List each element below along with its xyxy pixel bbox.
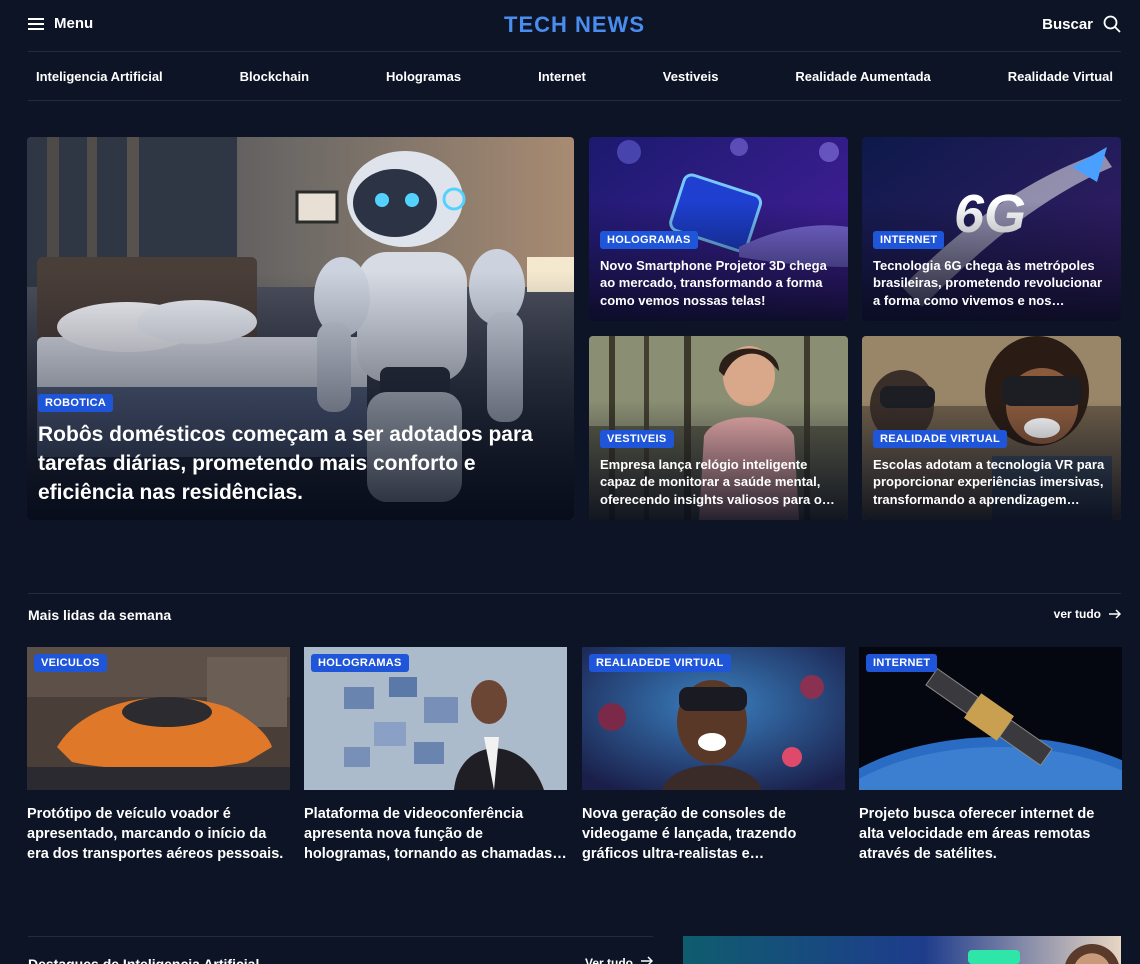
article-card[interactable]: VEICULOS Protótipo de veículo voador é a… xyxy=(27,647,290,864)
hero-main-card[interactable]: ROBOTICA Robôs domésticos começam a ser … xyxy=(27,137,574,520)
hero-side-title[interactable]: Empresa lança relógio inteligente capaz … xyxy=(600,456,837,509)
article-title[interactable]: Nova geração de consoles de videogame é … xyxy=(582,804,845,864)
hero-side-card[interactable]: HOLOGRAMAS Novo Smartphone Projetor 3D c… xyxy=(589,137,848,321)
hero-main-title[interactable]: Robôs domésticos começam a ser adotados … xyxy=(38,420,534,507)
article-thumbnail[interactable]: REALIADEDE VIRTUAL xyxy=(582,647,845,790)
see-all-link[interactable]: ver tudo xyxy=(1054,607,1121,621)
category-badge[interactable]: HOLOGRAMAS xyxy=(311,654,409,672)
hero-side-content: REALIDADE VIRTUAL Escolas adotam a tecno… xyxy=(873,429,1110,509)
see-all-link[interactable]: Ver tudo xyxy=(585,956,653,964)
category-badge[interactable]: VESTIVEIS xyxy=(600,429,674,448)
search-icon xyxy=(1103,15,1121,33)
promo-person-image xyxy=(1063,936,1121,964)
category-badge[interactable]: HOLOGRAMAS xyxy=(600,230,698,249)
nav-item-realidade-virtual[interactable]: Realidade Virtual xyxy=(1008,69,1113,84)
section-title: Mais lidas da semana xyxy=(28,607,172,623)
category-badge[interactable]: VEICULOS xyxy=(34,654,107,672)
menu-button[interactable]: Menu xyxy=(28,15,93,32)
promo-banner[interactable] xyxy=(683,936,1121,964)
arrow-right-icon xyxy=(641,956,653,964)
hero-side-content: INTERNET Tecnologia 6G chega às metrópol… xyxy=(873,230,1110,310)
article-title[interactable]: Protótipo de veículo voador é apresentad… xyxy=(27,804,290,864)
category-badge[interactable]: INTERNET xyxy=(866,654,938,672)
article-card[interactable]: INTERNET Projeto busca oferecer internet… xyxy=(859,647,1122,864)
category-badge[interactable]: ROBOTICA xyxy=(38,394,114,412)
article-title[interactable]: Plataforma de videoconferência apresenta… xyxy=(304,804,567,864)
see-all-label: ver tudo xyxy=(1053,607,1101,621)
hero-side-content: HOLOGRAMAS Novo Smartphone Projetor 3D c… xyxy=(600,230,837,310)
hero-main-content: ROBOTICA Robôs domésticos começam a ser … xyxy=(38,393,534,507)
hamburger-icon xyxy=(28,17,44,30)
article-title[interactable]: Projeto busca oferecer internet de alta … xyxy=(859,804,1122,864)
promo-pill xyxy=(968,950,1020,964)
category-badge[interactable]: REALIDADE VIRTUAL xyxy=(873,429,1007,448)
nav-item-hologramas[interactable]: Hologramas xyxy=(386,69,461,84)
hero-side-title[interactable]: Tecnologia 6G chega às metrópoles brasil… xyxy=(873,257,1110,310)
search-button[interactable]: Buscar xyxy=(1042,15,1121,33)
category-nav: Inteligencia Artificial Blockchain Holog… xyxy=(28,53,1121,101)
nav-item-vestiveis[interactable]: Vestiveis xyxy=(663,69,719,84)
nav-item-internet[interactable]: Internet xyxy=(538,69,586,84)
site-header: Menu TECH NEWS Buscar xyxy=(28,0,1121,52)
search-label: Buscar xyxy=(1042,15,1093,33)
article-thumbnail[interactable]: INTERNET xyxy=(859,647,1122,790)
hero-side-card[interactable]: REALIDADE VIRTUAL Escolas adotam a tecno… xyxy=(862,336,1121,520)
category-badge[interactable]: REALIADEDE VIRTUAL xyxy=(589,654,731,672)
hero-side-title[interactable]: Novo Smartphone Projetor 3D chega ao mer… xyxy=(600,257,837,310)
nav-item-inteligencia-artificial[interactable]: Inteligencia Artificial xyxy=(36,69,163,84)
arrow-right-icon xyxy=(1109,609,1121,619)
article-thumbnail[interactable]: VEICULOS xyxy=(27,647,290,790)
article-thumbnail[interactable]: HOLOGRAMAS xyxy=(304,647,567,790)
hero-side-card[interactable]: 6G INTERNET Tecnologia 6G chega às metró… xyxy=(862,137,1121,321)
section-title: Destaques de Inteligencia Artificial xyxy=(28,956,260,964)
nav-item-realidade-aumentada[interactable]: Realidade Aumentada xyxy=(795,69,930,84)
ai-highlights-header: Destaques de Inteligencia Artificial Ver… xyxy=(28,936,653,964)
hero-side-card[interactable]: VESTIVEIS Empresa lança relógio intelige… xyxy=(589,336,848,520)
article-card[interactable]: HOLOGRAMAS Plataforma de videoconferênci… xyxy=(304,647,567,864)
hero-side-title[interactable]: Escolas adotam a tecnologia VR para prop… xyxy=(873,456,1110,509)
nav-item-blockchain[interactable]: Blockchain xyxy=(240,69,309,84)
hero-side-content: VESTIVEIS Empresa lança relógio intelige… xyxy=(600,429,837,509)
menu-label: Menu xyxy=(54,15,94,32)
most-read-header: Mais lidas da semana ver tudo xyxy=(28,593,1121,633)
site-logo[interactable]: TECH NEWS xyxy=(28,12,1121,38)
see-all-label: Ver tudo xyxy=(584,956,633,964)
article-card[interactable]: REALIADEDE VIRTUAL Nova geração de conso… xyxy=(582,647,845,864)
category-badge[interactable]: INTERNET xyxy=(873,230,945,249)
